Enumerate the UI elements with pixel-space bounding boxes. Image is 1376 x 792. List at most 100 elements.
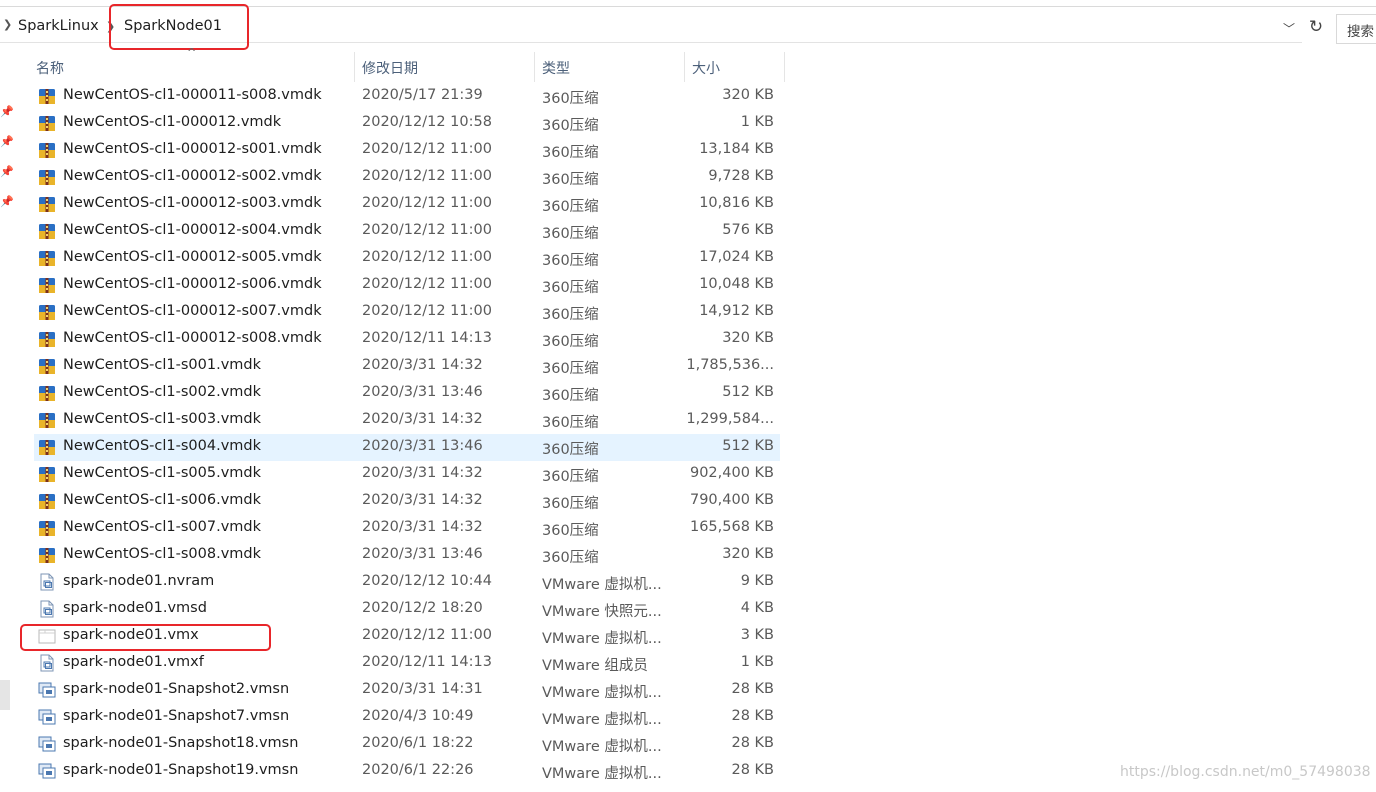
highlight-box-breadcrumb — [109, 4, 249, 50]
file-date: 2020/12/12 11:00 — [362, 141, 492, 157]
file-name: NewCentOS-cl1-000012-s003.vmdk — [63, 195, 322, 211]
file-date: 2020/12/2 18:20 — [362, 600, 483, 616]
file-name: spark-node01-Snapshot7.vmsn — [63, 708, 290, 724]
file-name: NewCentOS-cl1-s003.vmdk — [63, 411, 262, 427]
file-date: 2020/3/31 13:46 — [362, 546, 483, 562]
file-name: NewCentOS-cl1-s005.vmdk — [63, 465, 262, 481]
pin-icon[interactable]: 📌 — [0, 105, 14, 118]
pin-icon[interactable]: 📌 — [0, 195, 14, 208]
file-type: VMware 虚拟机... — [542, 685, 662, 701]
chevron-down-icon[interactable]: ﹀ — [1283, 20, 1295, 37]
column-divider[interactable] — [784, 52, 785, 82]
file-name: spark-node01-Snapshot18.vmsn — [63, 735, 299, 751]
file-type: VMware 虚拟机... — [542, 739, 662, 755]
column-header-name[interactable]: 名称 — [36, 58, 64, 78]
file-row[interactable]: NewCentOS-cl1-000012-s008.vmdk 2020/12/11… — [34, 326, 780, 353]
column-header: ^ 名称 修改日期 类型 大小 — [0, 46, 790, 82]
file-name: NewCentOS-cl1-s007.vmdk — [63, 519, 262, 535]
file-date: 2020/12/12 11:00 — [362, 249, 492, 265]
file-date: 2020/12/12 10:44 — [362, 573, 492, 589]
file-size: 17,024 KB — [699, 249, 774, 265]
file-date: 2020/12/12 11:00 — [362, 627, 492, 643]
file-name: NewCentOS-cl1-000012-s006.vmdk — [63, 276, 322, 292]
file-row[interactable]: NewCentOS-cl1-000012-s005.vmdk 2020/12/12… — [34, 245, 780, 272]
file-type: 360压缩 — [542, 199, 599, 215]
archive-file-icon — [38, 384, 56, 402]
file-size: 576 KB — [722, 222, 774, 238]
file-size: 512 KB — [722, 384, 774, 400]
file-row[interactable]: NewCentOS-cl1-s007.vmdk 2020/3/31 14:32 36… — [34, 515, 780, 542]
navigation-pane-scrollbar[interactable] — [0, 680, 10, 710]
archive-file-icon — [38, 114, 56, 132]
file-row[interactable]: NewCentOS-cl1-s006.vmdk 2020/3/31 14:32 36… — [34, 488, 780, 515]
file-row[interactable]: spark-node01-Snapshot2.vmsn 2020/3/31 14:… — [34, 677, 780, 704]
file-size: 13,184 KB — [699, 141, 774, 157]
file-type: VMware 虚拟机... — [542, 631, 662, 647]
breadcrumb-sparklinux[interactable]: SparkLinux — [18, 18, 99, 34]
column-divider[interactable] — [534, 52, 535, 82]
file-row[interactable]: NewCentOS-cl1-s002.vmdk 2020/3/31 13:46 36… — [34, 380, 780, 407]
file-size: 320 KB — [722, 87, 774, 103]
file-size: 1 KB — [740, 114, 774, 130]
file-type: VMware 虚拟机... — [542, 766, 662, 782]
file-row[interactable]: NewCentOS-cl1-000012-s006.vmdk 2020/12/12… — [34, 272, 780, 299]
file-type: 360压缩 — [542, 361, 599, 377]
file-type: 360压缩 — [542, 388, 599, 404]
refresh-icon[interactable]: ↻ — [1305, 16, 1327, 38]
file-date: 2020/4/3 10:49 — [362, 708, 474, 724]
column-header-size[interactable]: 大小 — [692, 58, 720, 78]
file-date: 2020/12/12 11:00 — [362, 303, 492, 319]
file-size: 512 KB — [722, 438, 774, 454]
file-row[interactable]: NewCentOS-cl1-s001.vmdk 2020/3/31 14:32 36… — [34, 353, 780, 380]
file-row[interactable]: spark-node01-Snapshot18.vmsn 2020/6/1 18:… — [34, 731, 780, 758]
pin-icon[interactable]: 📌 — [0, 135, 14, 148]
file-size: 320 KB — [722, 330, 774, 346]
file-row[interactable]: NewCentOS-cl1-000012.vmdk 2020/12/12 10:5… — [34, 110, 780, 137]
file-size: 1,299,584... — [686, 411, 774, 427]
column-header-type[interactable]: 类型 — [542, 58, 570, 78]
vmware-document-icon — [38, 573, 56, 591]
file-date: 2020/5/17 21:39 — [362, 87, 483, 103]
file-row[interactable]: NewCentOS-cl1-000012-s004.vmdk 2020/12/12… — [34, 218, 780, 245]
chevron-right-icon[interactable]: ❯ — [3, 18, 12, 31]
file-type: VMware 组成员 — [542, 658, 648, 674]
file-row[interactable]: spark-node01-Snapshot7.vmsn 2020/4/3 10:4… — [34, 704, 780, 731]
column-header-date[interactable]: 修改日期 — [362, 58, 418, 78]
file-row[interactable]: spark-node01.vmsd 2020/12/2 18:20 VMware 快… — [34, 596, 780, 623]
file-row[interactable]: NewCentOS-cl1-000012-s001.vmdk 2020/12/12… — [34, 137, 780, 164]
file-name: NewCentOS-cl1-000012.vmdk — [63, 114, 282, 130]
archive-file-icon — [38, 87, 56, 105]
file-row[interactable]: NewCentOS-cl1-s005.vmdk 2020/3/31 14:32 36… — [34, 461, 780, 488]
pin-icon[interactable]: 📌 — [0, 165, 14, 178]
vmware-document-icon — [38, 654, 56, 672]
file-row[interactable]: NewCentOS-cl1-000012-s003.vmdk 2020/12/12… — [34, 191, 780, 218]
file-size: 9,728 KB — [708, 168, 774, 184]
archive-file-icon — [38, 465, 56, 483]
file-row[interactable]: spark-node01.nvram 2020/12/12 10:44 VMware… — [34, 569, 780, 596]
file-name: NewCentOS-cl1-s001.vmdk — [63, 357, 262, 373]
watermark: https://blog.csdn.net/m0_57498038 — [1120, 764, 1371, 780]
file-row[interactable]: spark-node01-Snapshot19.vmsn 2020/6/1 22:… — [34, 758, 780, 785]
file-row[interactable]: NewCentOS-cl1-000012-s002.vmdk 2020/12/12… — [34, 164, 780, 191]
file-row[interactable]: NewCentOS-cl1-s004.vmdk 2020/3/31 13:46 36… — [34, 434, 780, 461]
file-row[interactable]: NewCentOS-cl1-s008.vmdk 2020/3/31 13:46 36… — [34, 542, 780, 569]
file-size: 320 KB — [722, 546, 774, 562]
file-name: NewCentOS-cl1-000012-s002.vmdk — [63, 168, 322, 184]
file-row[interactable]: NewCentOS-cl1-000012-s007.vmdk 2020/12/12… — [34, 299, 780, 326]
column-divider[interactable] — [684, 52, 685, 82]
search-input[interactable]: 搜索 — [1336, 14, 1376, 44]
file-name: spark-node01.vmxf — [63, 654, 204, 670]
file-type: 360压缩 — [542, 469, 599, 485]
file-row[interactable]: NewCentOS-cl1-000011-s008.vmdk 2020/5/17 … — [34, 83, 780, 110]
file-row[interactable]: NewCentOS-cl1-s003.vmdk 2020/3/31 14:32 36… — [34, 407, 780, 434]
file-name: NewCentOS-cl1-s008.vmdk — [63, 546, 262, 562]
archive-file-icon — [38, 249, 56, 267]
file-size: 4 KB — [740, 600, 774, 616]
archive-file-icon — [38, 141, 56, 159]
file-type: 360压缩 — [542, 253, 599, 269]
file-type: 360压缩 — [542, 550, 599, 566]
file-row[interactable]: spark-node01.vmxf 2020/12/11 14:13 VMware … — [34, 650, 780, 677]
column-divider[interactable] — [354, 52, 355, 82]
file-date: 2020/3/31 14:31 — [362, 681, 483, 697]
file-type: 360压缩 — [542, 91, 599, 107]
